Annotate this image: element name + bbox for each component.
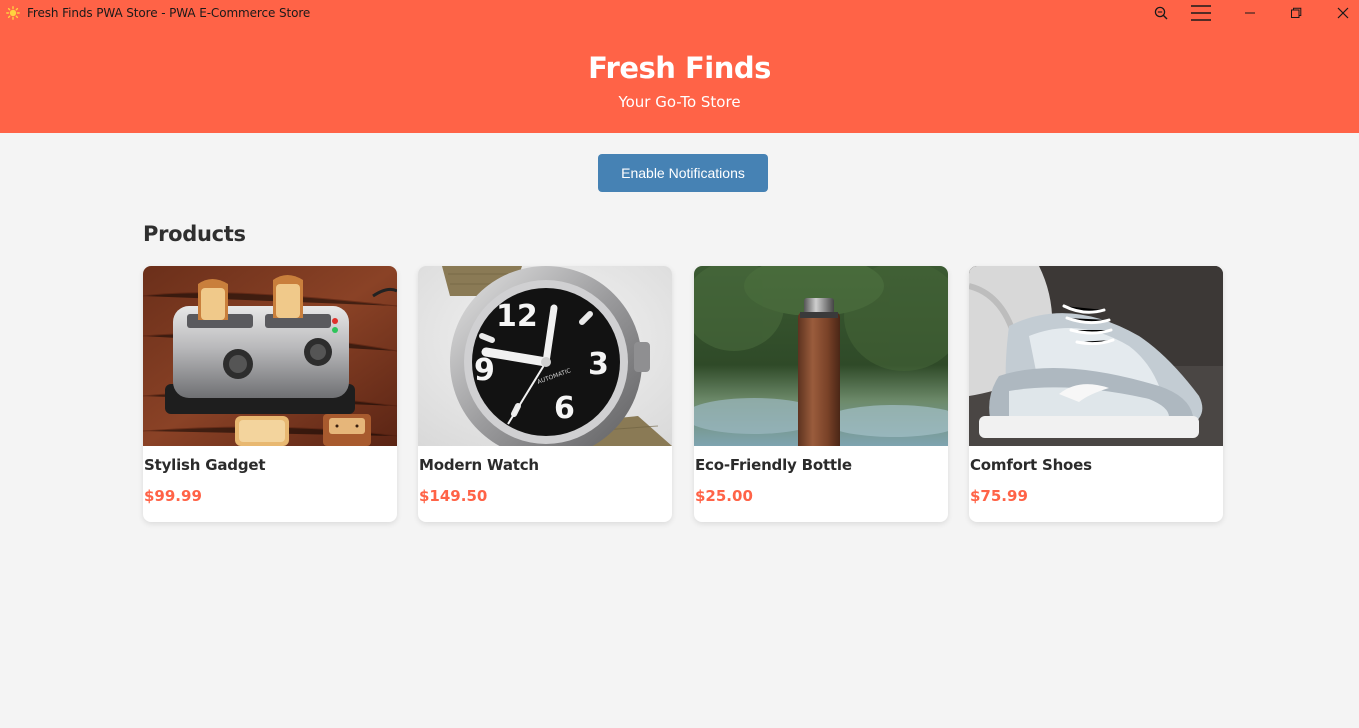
- product-price: $75.99: [970, 487, 1028, 505]
- brand-title: Fresh Finds: [588, 51, 771, 85]
- product-grid: Stylish Gadget $99.99 12 3 6 9 AUTOMATIC…: [143, 266, 1223, 522]
- window-titlebar: Fresh Finds PWA Store - PWA E-Commerce S…: [0, 0, 1359, 26]
- product-card[interactable]: Eco-Friendly Bottle $25.00: [694, 266, 948, 522]
- product-name: Stylish Gadget: [144, 456, 266, 474]
- product-image-gadget: [143, 266, 397, 446]
- sun-icon: [6, 6, 20, 20]
- product-card[interactable]: Stylish Gadget $99.99: [143, 266, 397, 522]
- window-title: Fresh Finds PWA Store - PWA E-Commerce S…: [27, 6, 311, 20]
- site-header: Fresh Finds Your Go-To Store: [0, 26, 1359, 133]
- product-name: Comfort Shoes: [970, 456, 1092, 474]
- product-image-bottle: [694, 266, 948, 446]
- svg-text:3: 3: [588, 347, 609, 382]
- product-name: Eco-Friendly Bottle: [695, 456, 852, 474]
- products-heading: Products: [143, 222, 246, 246]
- product-card[interactable]: Comfort Shoes $75.99: [969, 266, 1223, 522]
- product-card[interactable]: 12 3 6 9 AUTOMATIC Modern Watch $149.50: [418, 266, 672, 522]
- zoom-icon[interactable]: [1148, 0, 1174, 26]
- product-price: $149.50: [419, 487, 488, 505]
- minimize-icon[interactable]: [1232, 0, 1268, 26]
- brand-tagline: Your Go-To Store: [618, 93, 741, 111]
- menu-icon[interactable]: [1186, 0, 1216, 26]
- enable-notifications-button[interactable]: Enable Notifications: [598, 154, 768, 192]
- svg-text:9: 9: [474, 353, 495, 388]
- product-price: $99.99: [144, 487, 202, 505]
- svg-text:12: 12: [496, 299, 538, 334]
- product-image-shoes: [969, 266, 1223, 446]
- product-name: Modern Watch: [419, 456, 539, 474]
- product-image-watch: 12 3 6 9 AUTOMATIC: [418, 266, 672, 446]
- svg-text:6: 6: [554, 391, 575, 426]
- maximize-icon[interactable]: [1278, 0, 1314, 26]
- product-price: $25.00: [695, 487, 753, 505]
- close-icon[interactable]: [1325, 0, 1359, 26]
